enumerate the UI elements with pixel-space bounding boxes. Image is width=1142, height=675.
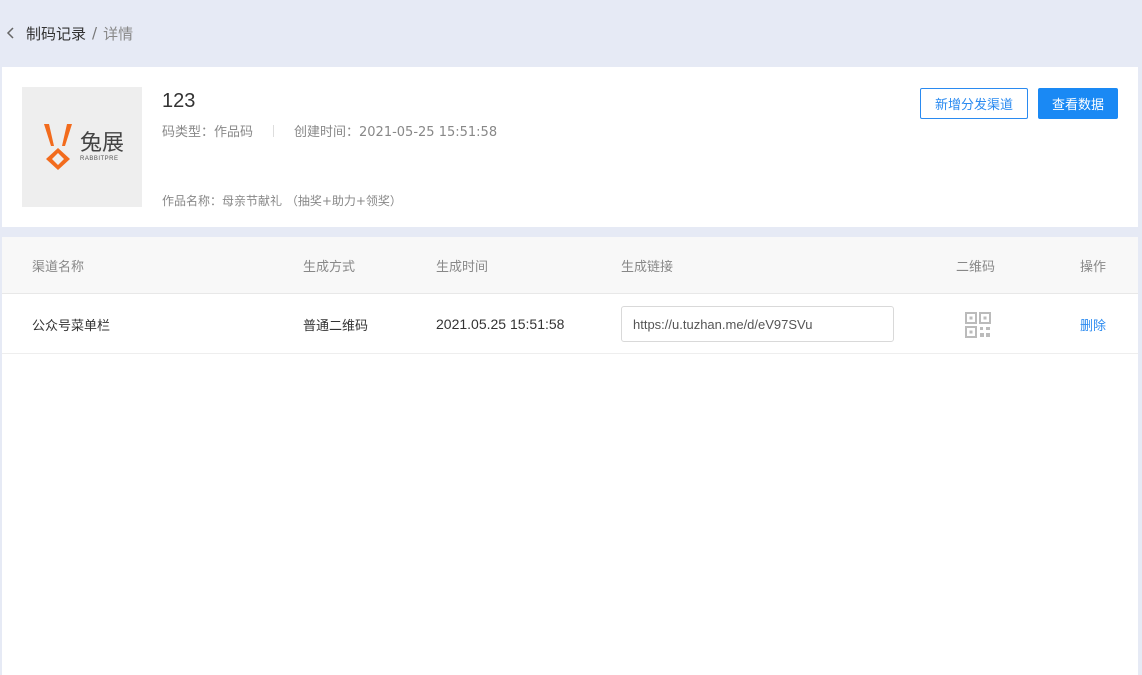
row-link-cell: https://u.tuzhan.me/d/eV97SVu (621, 295, 894, 353)
top-bar: 制码记录 / 详情 (0, 0, 1142, 66)
channel-table: 渠道名称 生成方式 生成时间 生成链接 二维码 操作 公众号菜单栏 普通二维码 … (2, 237, 1138, 675)
header-op: 操作 (1080, 259, 1107, 275)
breadcrumb-parent[interactable]: 制码记录 (26, 23, 86, 44)
header-channel-name: 渠道名称 (32, 259, 85, 275)
view-data-button[interactable]: 查看数据 (1038, 88, 1118, 119)
row-mode: 普通二维码 (303, 318, 369, 334)
link-field[interactable]: https://u.tuzhan.me/d/eV97SVu (621, 306, 894, 342)
row-op-cell: 删除 (1080, 295, 1106, 353)
rabbit-logo-icon (43, 124, 72, 170)
row-time: 2021.05.25 15:51:58 (436, 316, 565, 332)
rabbitpre-logo: 兔展 RABBITPRE (40, 122, 124, 172)
work-name: 作品名称：母亲节献礼 （抽奖+助力+领奖） (162, 194, 402, 208)
add-channel-button[interactable]: 新增分发渠道 (920, 88, 1028, 119)
back-chevron-icon[interactable] (2, 24, 20, 42)
table-header: 渠道名称 生成方式 生成时间 生成链接 二维码 操作 (2, 237, 1138, 294)
work-info-card: 兔展 RABBITPRE 123 码类型：作品码 创建时间：2021-05-25… (2, 67, 1138, 227)
table-row: 公众号菜单栏 普通二维码 2021.05.25 15:51:58 https:/… (2, 295, 1138, 354)
work-thumbnail: 兔展 RABBITPRE (22, 87, 142, 207)
header-link: 生成链接 (621, 259, 674, 275)
header-qr: 二维码 (956, 259, 996, 275)
delete-link[interactable]: 删除 (1080, 315, 1106, 334)
header-time: 生成时间 (436, 259, 489, 275)
breadcrumb-separator: / (92, 24, 98, 42)
logo-subtext: RABBITPRE (79, 156, 119, 162)
work-title: 123 (162, 90, 196, 112)
work-meta: 码类型：作品码 创建时间：2021-05-25 15:51:58 (162, 121, 497, 140)
breadcrumb: 制码记录 / 详情 (26, 23, 133, 44)
breadcrumb-current: 详情 (103, 24, 134, 43)
logo-text: 兔展 (79, 131, 124, 156)
created-time: 创建时间：2021-05-25 15:51:58 (294, 125, 498, 140)
row-channel-name: 公众号菜单栏 (32, 318, 111, 334)
meta-divider (273, 124, 275, 137)
header-mode: 生成方式 (303, 259, 356, 275)
code-type: 码类型：作品码 (162, 125, 254, 140)
qr-code-icon[interactable] (965, 312, 991, 338)
